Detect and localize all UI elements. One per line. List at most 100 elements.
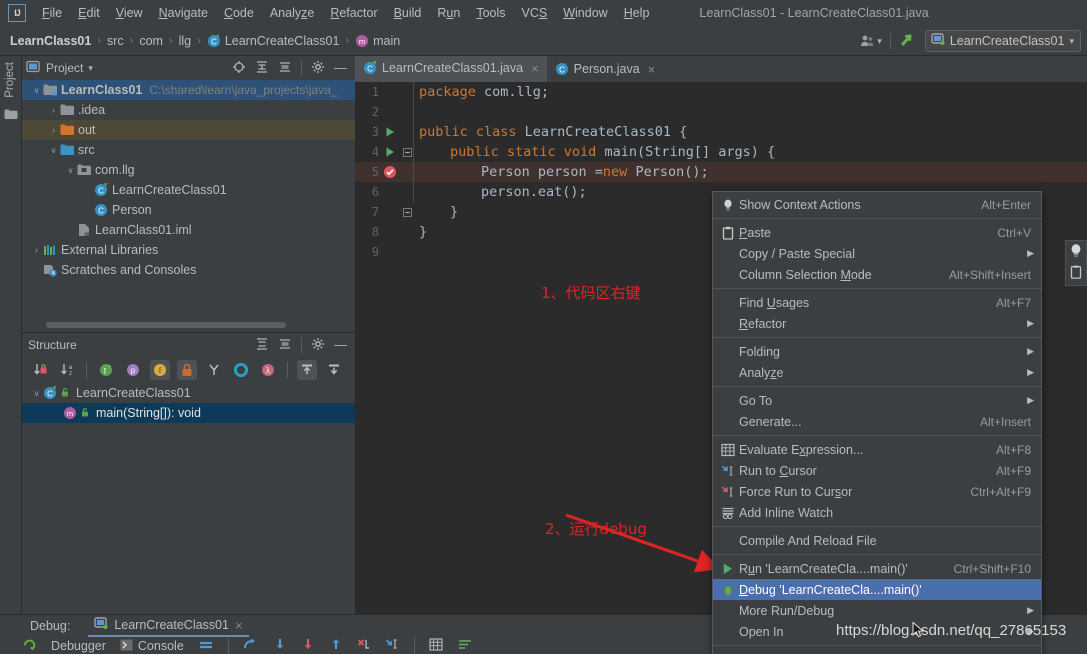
tree-expand-arrow[interactable]: ∨	[64, 166, 77, 175]
structure-tree[interactable]: ∨CLearnCreateClass01mmain(String[]): voi…	[22, 383, 355, 423]
copy-clipboard-icon[interactable]	[1069, 265, 1083, 283]
run-configuration-selector[interactable]: LearnCreateClass01 ▾	[925, 30, 1081, 52]
tree-node-src[interactable]: ∨src	[22, 140, 355, 160]
expand-all-icon[interactable]	[255, 60, 269, 77]
step-out-icon[interactable]	[329, 638, 343, 654]
menu-item-analyze[interactable]: Analyze	[262, 4, 322, 22]
run-gutter-icon[interactable]	[379, 146, 401, 158]
show-non-public-icon[interactable]	[177, 360, 197, 380]
tree-node-person[interactable]: CPerson	[22, 200, 355, 220]
menu-item-run-to-cursor[interactable]: Run to CursorAlt+F9	[713, 460, 1041, 481]
show-inherited-icon[interactable]: I	[96, 360, 116, 380]
tree-node-learnclass01-iml[interactable]: LearnClass01.iml	[22, 220, 355, 240]
menu-item-help[interactable]: Help	[616, 4, 658, 22]
show-fields-icon[interactable]: f	[150, 360, 170, 380]
tool-window-button-project[interactable]: Project	[4, 62, 16, 98]
fold-marker[interactable]	[401, 208, 413, 217]
menu-item-window[interactable]: Window	[555, 4, 615, 22]
rerun-icon[interactable]	[22, 637, 37, 654]
tree-node-learnclass01[interactable]: ∨LearnClass01C:\shared\learn\java_projec…	[22, 80, 355, 100]
step-into-icon[interactable]	[273, 638, 287, 654]
expand-tree-icon[interactable]	[297, 360, 317, 380]
debug-session-tab[interactable]: LearnCreateClass01 ×	[88, 615, 248, 637]
tree-expand-arrow[interactable]: ∨	[47, 146, 60, 155]
breadcrumb-item-learnclass01[interactable]: LearnClass01	[10, 34, 91, 48]
menu-item-more-run-debug[interactable]: More Run/Debug▶	[713, 600, 1041, 621]
menu-item-show-context-actions[interactable]: Show Context ActionsAlt+Enter	[713, 194, 1041, 215]
tree-expand-arrow[interactable]: ∨	[30, 389, 43, 398]
drop-frame-icon[interactable]	[357, 638, 371, 654]
sort-by-visibility-icon[interactable]	[30, 360, 50, 380]
menu-item-vcs[interactable]: VCS	[514, 4, 556, 22]
tree-expand-arrow[interactable]: ›	[47, 105, 60, 115]
close-icon[interactable]: ×	[648, 62, 656, 77]
tree-node-learncreateclass01[interactable]: CLearnCreateClass01	[22, 180, 355, 200]
run-gutter-icon[interactable]	[379, 126, 401, 138]
chevron-down-icon[interactable]: ▾	[1069, 36, 1074, 47]
chevron-down-icon[interactable]: ▾	[88, 63, 93, 74]
console-tab[interactable]: Console	[120, 639, 184, 654]
step-over-icon[interactable]	[243, 638, 259, 654]
hide-panel-icon[interactable]: —	[334, 64, 347, 72]
menu-item-debug-learncreatecla-main[interactable]: Debug 'LearnCreateCla....main()'	[713, 579, 1041, 600]
menu-item-evaluate-expression[interactable]: Evaluate Expression...Alt+F8	[713, 439, 1041, 460]
settings-gear-icon[interactable]	[311, 60, 325, 77]
menu-item-paste[interactable]: PasteCtrl+V	[713, 222, 1041, 243]
sort-alphabetically-icon[interactable]: az	[57, 360, 77, 380]
show-properties-icon[interactable]: p	[123, 360, 143, 380]
show-anonymous-icon[interactable]	[204, 360, 224, 380]
menu-item-code[interactable]: Code	[216, 4, 262, 22]
mute-breakpoints-icon[interactable]	[198, 639, 214, 654]
tree-node-com-llg[interactable]: ∨com.llg	[22, 160, 355, 180]
structure-node-learncreateclass01[interactable]: ∨CLearnCreateClass01	[22, 383, 355, 403]
editor-tab-learncreateclass01-java[interactable]: CLearnCreateClass01.java×	[355, 56, 547, 82]
debugger-tab[interactable]: Debugger	[51, 639, 106, 653]
evaluate-expression-icon[interactable]	[429, 638, 443, 654]
folder-icon[interactable]	[4, 108, 21, 123]
hide-panel-icon[interactable]: —	[334, 341, 347, 349]
vcs-update-arrow-icon[interactable]	[899, 32, 917, 51]
menu-item-navigate[interactable]: Navigate	[151, 4, 216, 22]
tree-node--idea[interactable]: ›.idea	[22, 100, 355, 120]
breadcrumb-item-llg[interactable]: llg	[179, 34, 192, 48]
close-icon[interactable]: ×	[235, 618, 243, 633]
collapse-all-icon[interactable]	[278, 337, 292, 354]
collapse-all-icon[interactable]	[278, 60, 292, 77]
show-lambdas-icon[interactable]: λ	[258, 360, 278, 380]
menu-item-go-to[interactable]: Go To▶	[713, 390, 1041, 411]
close-icon[interactable]: ×	[531, 61, 539, 76]
menu-item-refactor[interactable]: Refactor▶	[713, 313, 1041, 334]
breadcrumb-item-main[interactable]: mmain	[355, 34, 400, 48]
menu-item-build[interactable]: Build	[386, 4, 430, 22]
menu-item-analyze[interactable]: Analyze▶	[713, 362, 1041, 383]
tree-expand-arrow[interactable]: ›	[47, 125, 60, 135]
show-interfaces-icon[interactable]	[231, 360, 251, 380]
menu-item-find-usages[interactable]: Find UsagesAlt+F7	[713, 292, 1041, 313]
menu-item-local-history[interactable]: Local History▶	[713, 649, 1041, 654]
menu-item-file[interactable]: File	[34, 4, 70, 22]
menu-item-force-run-to-cursor[interactable]: Force Run to CursorCtrl+Alt+F9	[713, 481, 1041, 502]
user-settings-icon[interactable]: ▾	[860, 34, 882, 48]
structure-node-main-string-void[interactable]: mmain(String[]): void	[22, 403, 355, 423]
menu-item-tools[interactable]: Tools	[468, 4, 513, 22]
fold-marker[interactable]	[401, 148, 413, 157]
breakpoint-icon[interactable]	[379, 165, 401, 179]
menu-item-compile-and-reload-file[interactable]: Compile And Reload File	[713, 530, 1041, 551]
menu-item-folding[interactable]: Folding▶	[713, 341, 1041, 362]
collapse-tree-icon[interactable]	[324, 360, 344, 380]
expand-all-icon[interactable]	[255, 337, 269, 354]
tree-node-out[interactable]: ›out	[22, 120, 355, 140]
breadcrumb-item-learncreateclass01[interactable]: CLearnCreateClass01	[207, 34, 340, 48]
force-step-into-icon[interactable]	[301, 638, 315, 654]
project-tree[interactable]: ∨LearnClass01C:\shared\learn\java_projec…	[22, 80, 355, 310]
menu-item-copy-paste-special[interactable]: Copy / Paste Special▶	[713, 243, 1041, 264]
run-to-cursor-icon[interactable]	[385, 638, 400, 654]
breadcrumb-item-src[interactable]: src	[107, 34, 124, 48]
editor-tab-person-java[interactable]: CPerson.java×	[547, 56, 664, 82]
menu-item-view[interactable]: View	[108, 4, 151, 22]
tree-node-scratches-and-consoles[interactable]: Scratches and Consoles	[22, 260, 355, 280]
menu-item-generate[interactable]: Generate...Alt+Insert	[713, 411, 1041, 432]
tree-node-external-libraries[interactable]: ›External Libraries	[22, 240, 355, 260]
menu-item-run[interactable]: Run	[429, 4, 468, 22]
menu-item-edit[interactable]: Edit	[70, 4, 108, 22]
